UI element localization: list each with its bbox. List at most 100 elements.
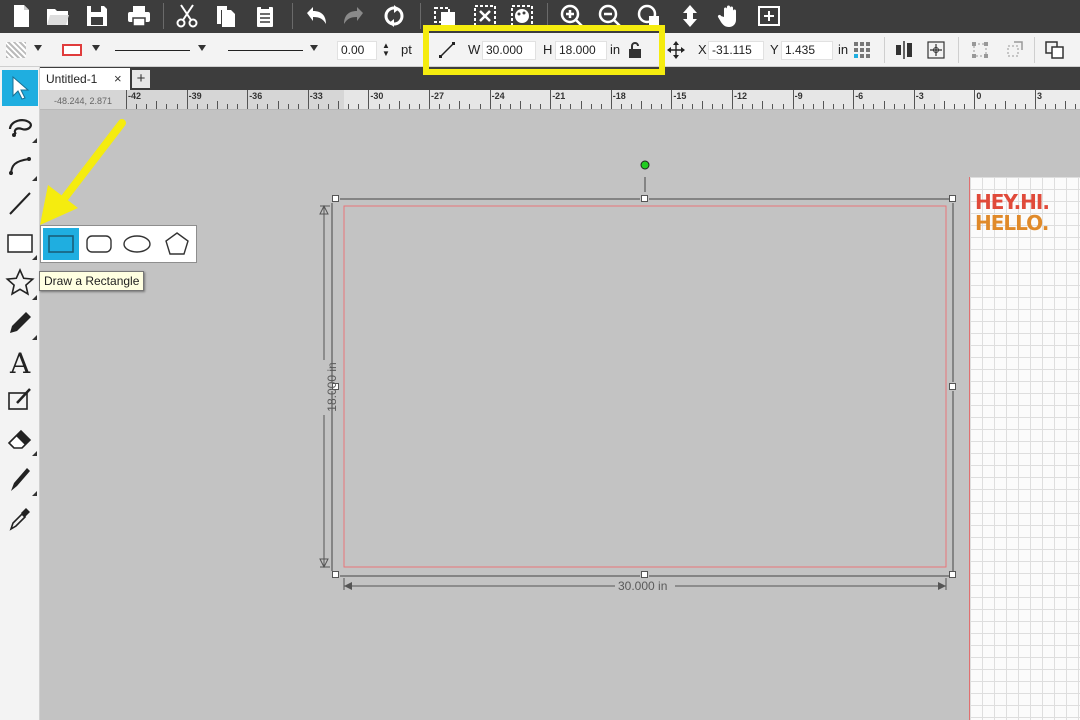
line-style-select[interactable] — [115, 33, 190, 67]
ruler-minor-tick — [762, 101, 764, 109]
redo-icon[interactable] — [337, 1, 371, 31]
print-icon[interactable] — [122, 1, 156, 31]
fit-page-icon[interactable] — [752, 1, 786, 31]
ruler-label: -39 — [188, 91, 202, 101]
tab-untitled-1[interactable]: Untitled-1 × — [40, 68, 130, 90]
ruler-major-tick — [247, 90, 249, 109]
curve-tool-button[interactable] — [2, 146, 38, 182]
save-icon[interactable] — [80, 1, 114, 31]
tab-close-icon[interactable]: × — [114, 68, 122, 90]
line-end-caret[interactable] — [310, 45, 318, 51]
pan-icon[interactable] — [673, 1, 707, 31]
drawn-rectangle[interactable] — [343, 205, 947, 568]
eraser-tool-button[interactable] — [2, 421, 38, 457]
height-input[interactable]: 18.000 — [555, 41, 607, 60]
ungroup-icon[interactable] — [468, 1, 502, 31]
line-style-caret[interactable] — [198, 45, 206, 51]
resize-handle-bottom[interactable] — [641, 571, 648, 578]
fill-dropdown-caret[interactable] — [34, 45, 42, 51]
new-document-icon[interactable] — [4, 1, 38, 31]
line-end-select[interactable] — [228, 33, 303, 67]
ruler-minor-tick — [772, 104, 774, 109]
rotate-box-icon[interactable] — [1004, 33, 1026, 67]
add-tab-button[interactable]: + — [132, 70, 150, 88]
flyout-polygon-button[interactable] — [159, 228, 195, 260]
knife-tool-button[interactable] — [2, 461, 38, 497]
copy-icon[interactable] — [209, 1, 243, 31]
resize-handle-top-right[interactable] — [949, 195, 956, 202]
ruler-minor-tick — [812, 104, 814, 109]
ruler-label: -12 — [734, 91, 748, 101]
ruler-major-tick — [307, 90, 309, 109]
ruler-minor-tick — [206, 104, 208, 109]
resize-handle-top[interactable] — [641, 195, 648, 202]
select-tool-button[interactable] — [2, 70, 38, 106]
ruler-minor-tick — [216, 101, 218, 109]
horizontal-ruler: -42 -39 -36 -33 -30 -27 -24 -21 -18 -15 -12 -9 -6 -3 0… — [40, 90, 1080, 110]
flyout-rectangle-button[interactable] — [43, 228, 79, 260]
center-page-icon[interactable] — [926, 33, 948, 67]
transform-box-icon[interactable] — [970, 33, 992, 67]
flyout-rounded-rectangle-button[interactable] — [81, 228, 117, 260]
eyedropper-tool-button[interactable] — [2, 500, 38, 536]
line-width-spinner[interactable]: ▲ ▼ — [382, 33, 390, 67]
line-width-input[interactable]: 0.00 — [337, 41, 377, 60]
polygon-icon — [165, 232, 189, 255]
reference-point-icon[interactable] — [853, 33, 871, 67]
fill-pattern-swatch[interactable] — [6, 33, 28, 67]
edit-points-tool-button[interactable] — [2, 108, 38, 144]
line-color-caret[interactable] — [92, 45, 100, 51]
zoom-selection-icon[interactable] — [632, 1, 666, 31]
zoom-in-icon[interactable] — [555, 1, 589, 31]
sketch-tool-button[interactable] — [2, 382, 38, 418]
cut-icon[interactable] — [170, 1, 204, 31]
line-width-unit: pt — [401, 42, 412, 57]
group-icon[interactable] — [428, 1, 462, 31]
resize-handle-right[interactable] — [949, 383, 956, 390]
resize-handle-bottom-left[interactable] — [332, 571, 339, 578]
ruler-minor-tick — [954, 104, 956, 109]
open-folder-icon[interactable] — [41, 1, 75, 31]
position-unit: in — [838, 42, 849, 57]
line-color-swatch[interactable] — [62, 33, 82, 67]
ruler-minor-tick — [459, 101, 461, 109]
align-center-icon[interactable] — [893, 33, 917, 67]
ruler-minor-tick — [136, 104, 138, 109]
ruler-major-tick — [1035, 90, 1036, 109]
rotation-handle[interactable] — [640, 160, 650, 170]
y-label: Y — [770, 42, 779, 57]
line-tool-button[interactable] — [2, 185, 38, 221]
ellipse-icon — [123, 235, 151, 253]
ruler-minor-tick — [1075, 104, 1077, 109]
ruler-minor-tick — [257, 104, 259, 109]
x-input[interactable]: -31.115 — [708, 41, 764, 60]
resize-handle-bottom-right[interactable] — [949, 571, 956, 578]
undo-icon[interactable] — [299, 1, 333, 31]
rounded-rectangle-icon — [86, 235, 112, 253]
star-tool-button[interactable] — [2, 265, 38, 301]
cursor-coordinates: -48.244, 2.871 — [54, 96, 113, 106]
hand-icon[interactable] — [713, 1, 747, 31]
text-tool-button[interactable]: A — [2, 344, 38, 380]
resize-handle-top-left[interactable] — [332, 195, 339, 202]
fill-palette-icon[interactable] — [505, 1, 539, 31]
paste-icon[interactable] — [248, 1, 282, 31]
pencil-tool-button[interactable] — [2, 305, 38, 341]
ruler-minor-tick — [1014, 104, 1016, 109]
zoom-out-icon[interactable] — [593, 1, 627, 31]
ruler-minor-tick — [984, 104, 986, 109]
flyout-ellipse-button[interactable] — [119, 228, 155, 260]
size-unit: in — [610, 42, 621, 57]
ruler-major-tick — [671, 90, 673, 109]
replicate-icon[interactable] — [377, 1, 411, 31]
shape-tool-button[interactable] — [2, 225, 38, 261]
lock-aspect-icon[interactable] — [627, 33, 645, 67]
width-input[interactable]: 30.000 — [482, 41, 536, 60]
ruler-minor-tick — [651, 104, 653, 109]
ruler-label: 0 — [976, 91, 982, 101]
ruler-label: -15 — [673, 91, 687, 101]
arrange-icon[interactable] — [1044, 33, 1068, 67]
y-input[interactable]: 1.435 — [781, 41, 833, 60]
design-canvas[interactable]: HEY.HI. HELLO. 30.000 in 18.000 in — [40, 110, 1080, 720]
x-label: X — [698, 42, 707, 57]
